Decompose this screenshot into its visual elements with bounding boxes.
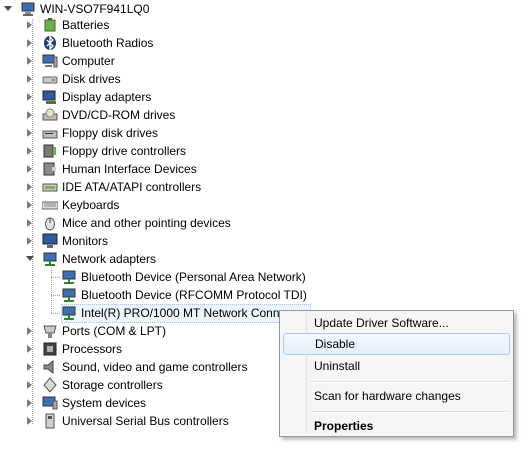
hid-icon	[43, 162, 56, 176]
ide-controller-icon	[42, 183, 58, 192]
tree-item-label: Mice and other pointing devices	[62, 216, 231, 230]
display-adapter-icon	[42, 90, 56, 104]
expand-arrow-icon[interactable]	[27, 237, 32, 245]
menu-item-scan-hardware[interactable]: Scan for hardware changes	[283, 385, 510, 407]
tree-item-label: Ports (COM & LPT)	[62, 324, 167, 338]
collapse-arrow-icon[interactable]	[26, 256, 34, 261]
expand-arrow-icon[interactable]	[27, 39, 32, 47]
tree-item-label: Storage controllers	[62, 378, 163, 392]
computer-icon	[42, 54, 58, 68]
mouse-icon	[45, 217, 55, 231]
tree-guide	[32, 19, 33, 424]
tree-item-label: System devices	[62, 396, 147, 410]
dvd-drive-icon	[42, 108, 58, 121]
expand-arrow-icon[interactable]	[27, 21, 32, 29]
collapse-arrow-icon[interactable]	[4, 6, 12, 11]
expand-arrow-icon[interactable]	[27, 219, 32, 227]
tree-item-label: Display adapters	[62, 90, 152, 104]
expand-arrow-icon[interactable]	[27, 147, 32, 155]
menu-item-properties[interactable]: Properties	[283, 415, 510, 437]
sound-icon	[43, 359, 54, 375]
tree-item-label: Bluetooth Radios	[62, 36, 154, 50]
tree-item-label: Keyboards	[62, 198, 120, 212]
menu-separator	[310, 381, 509, 383]
expand-arrow-icon[interactable]	[27, 327, 32, 335]
tree-item-label: Intel(R) PRO/1000 MT Network Conne	[81, 306, 287, 320]
expand-arrow-icon[interactable]	[27, 201, 32, 209]
tree-item-label: Processors	[62, 342, 123, 356]
network-adapter-icon	[62, 306, 76, 320]
expand-arrow-icon[interactable]	[27, 381, 32, 389]
tree-item-label: Disk drives	[62, 72, 121, 86]
network-adapter-icon	[62, 288, 76, 302]
tree-guide	[51, 268, 52, 313]
processor-icon	[43, 342, 57, 356]
tree-guide	[51, 295, 60, 296]
network-adapter-icon	[43, 252, 57, 266]
tree-item-label: Network adapters	[62, 252, 157, 266]
tree-item-label: Universal Serial Bus controllers	[62, 414, 229, 428]
expand-arrow-icon[interactable]	[27, 75, 32, 83]
usb-icon	[45, 413, 55, 429]
keyboard-icon	[42, 201, 58, 210]
menu-item-disable[interactable]: Disable	[283, 333, 510, 355]
tree-guide	[51, 277, 60, 278]
computer-icon	[21, 2, 35, 16]
port-icon	[43, 325, 57, 338]
bluetooth-icon	[44, 35, 56, 51]
network-adapter-icon	[62, 270, 76, 284]
context-menu: Update Driver Software... Disable Uninst…	[279, 310, 514, 437]
expand-arrow-icon[interactable]	[27, 57, 32, 65]
expand-arrow-icon[interactable]	[27, 345, 32, 353]
expand-arrow-icon[interactable]	[27, 165, 32, 173]
tree-item-label: Sound, video and game controllers	[62, 360, 248, 374]
menu-item-update-driver[interactable]: Update Driver Software...	[283, 312, 510, 334]
expand-arrow-icon[interactable]	[27, 111, 32, 119]
expand-arrow-icon[interactable]	[27, 129, 32, 137]
menu-separator	[310, 411, 509, 413]
expand-arrow-icon[interactable]	[27, 417, 32, 425]
tree-item-label: Floppy drive controllers	[62, 144, 187, 158]
tree-item-label: DVD/CD-ROM drives	[62, 108, 176, 122]
expand-arrow-icon[interactable]	[27, 183, 32, 191]
menu-item-uninstall[interactable]: Uninstall	[283, 355, 510, 377]
tree-item-label: Monitors	[62, 234, 109, 248]
system-device-icon	[42, 396, 58, 410]
tree-guide	[51, 313, 60, 314]
floppy-controller-icon	[43, 144, 56, 158]
battery-icon	[44, 18, 56, 32]
disk-drive-icon	[42, 76, 58, 84]
tree-item-label: Batteries	[62, 18, 110, 32]
storage-controller-icon	[43, 377, 57, 393]
tree-item-label: IDE ATA/ATAPI controllers	[62, 180, 202, 194]
tree-item-label: Floppy disk drives	[62, 126, 159, 140]
tree-item-label: Bluetooth Device (Personal Area Network)	[81, 270, 306, 284]
monitor-icon	[42, 233, 58, 248]
expand-arrow-icon[interactable]	[27, 93, 32, 101]
tree-item-label: Bluetooth Device (RFCOMM Protocol TDI)	[81, 288, 307, 302]
floppy-drive-icon	[42, 130, 58, 139]
expand-arrow-icon[interactable]	[27, 399, 32, 407]
tree-item-label: Computer	[62, 54, 115, 68]
expand-arrow-icon[interactable]	[27, 363, 32, 371]
tree-item-label: Human Interface Devices	[62, 162, 197, 176]
